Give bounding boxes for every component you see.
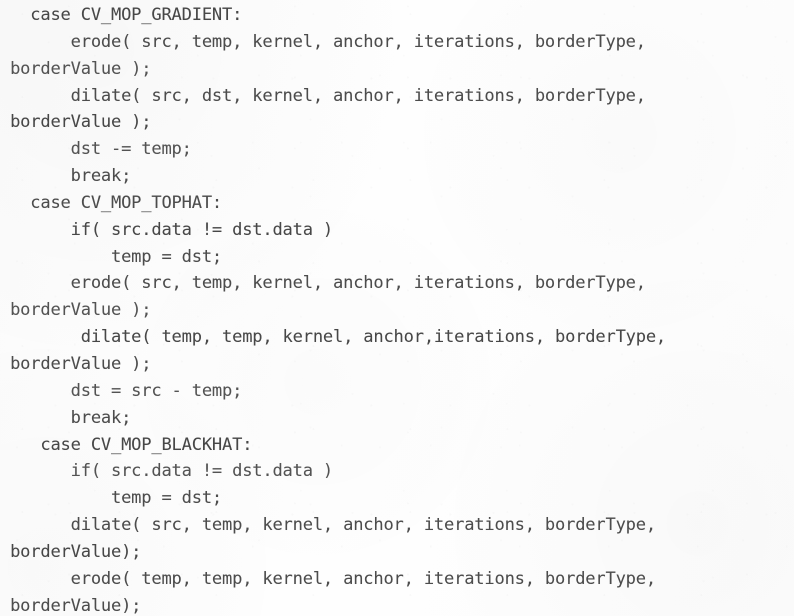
code-line: borderValue ); [0,300,152,321]
code-line: dst -= temp; [0,139,192,160]
code-line: borderValue); [0,541,142,562]
code-line: borderValue); [0,595,142,616]
code-line: temp = dst; [0,488,223,509]
code-line: if( src.data != dst.data ) [0,219,334,240]
code-listing: case CV_MOP_GRADIENT: erode( src, temp, … [0,2,794,616]
code-line: borderValue ); [0,58,152,79]
code-line: case CV_MOP_TOPHAT: [0,192,223,213]
code-line: erode( src, temp, kernel, anchor, iterat… [0,273,646,294]
code-line: dilate( temp, temp, kernel, anchor,itera… [0,327,667,348]
code-line: break; [0,166,132,187]
code-line: case CV_MOP_GRADIENT: [0,5,243,25]
code-line: dilate( src, dst, kernel, anchor, iterat… [0,85,646,106]
code-line: dst = src - temp; [0,380,243,401]
code-line: if( src.data != dst.data ) [0,461,334,482]
code-line: erode( temp, temp, kernel, anchor, itera… [0,568,657,589]
scanned-page: case CV_MOP_GRADIENT: erode( src, temp, … [0,0,794,616]
code-line: erode( src, temp, kernel, anchor, iterat… [0,31,646,52]
code-line: borderValue ); [0,353,152,374]
code-line: break; [0,407,132,428]
code-line: case CV_MOP_BLACKHAT: [0,434,253,455]
code-line: borderValue ); [0,112,152,133]
code-line: dilate( src, temp, kernel, anchor, itera… [0,515,657,536]
code-line: temp = dst; [0,246,223,267]
